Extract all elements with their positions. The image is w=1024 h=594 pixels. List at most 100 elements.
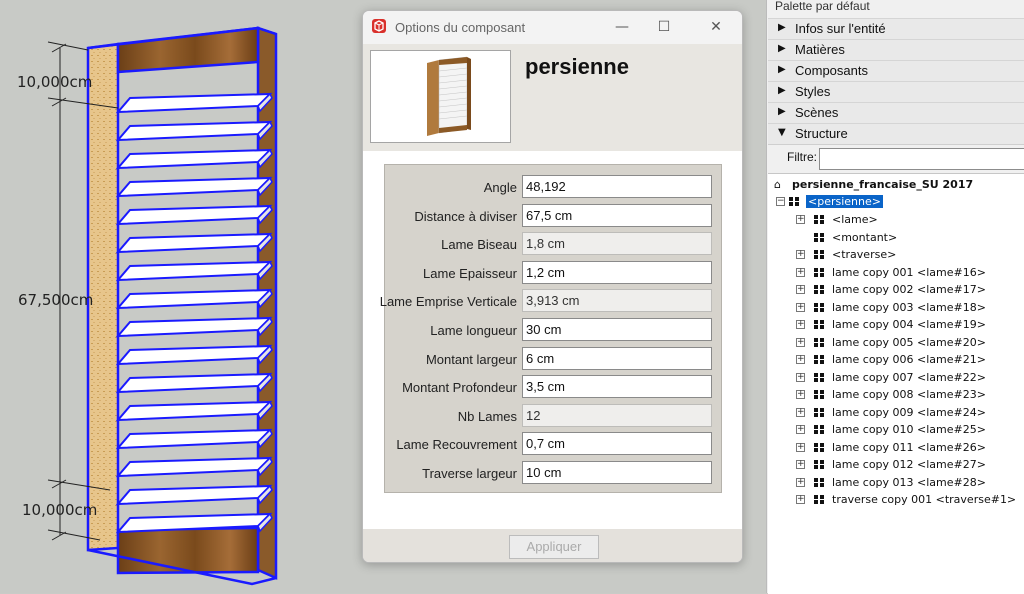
param-input[interactable]: 0,7 cm (522, 432, 712, 456)
tree-item[interactable]: + lame copy 013 <lame#28> (768, 475, 1024, 492)
component-icon (814, 477, 825, 488)
tree-item[interactable]: + traverse copy 001 <traverse#1> (768, 492, 1024, 509)
expand-icon[interactable]: + (796, 302, 805, 312)
slat[interactable] (115, 484, 273, 506)
component-icon (814, 407, 825, 418)
tree-root-row[interactable]: − <persienne> (768, 194, 1024, 211)
close-icon[interactable]: ✕ (705, 17, 727, 37)
tree-item-label: lame copy 012 <lame#27> (832, 458, 986, 471)
slat[interactable] (115, 260, 273, 282)
component-icon (814, 250, 825, 260)
minimize-icon[interactable]: — (611, 17, 633, 37)
slat[interactable] (115, 428, 273, 450)
tree-item-label: <montant> (832, 230, 898, 244)
expand-icon[interactable]: + (796, 425, 805, 434)
tree-item-label: lame copy 010 <lame#25> (832, 423, 986, 436)
tree-item[interactable]: + <traverse> (768, 247, 1024, 264)
tree-item[interactable]: + lame copy 009 <lame#24> (768, 405, 1024, 422)
param-label: Lame Emprise Verticale (379, 294, 517, 310)
tray-section[interactable]: ▶ Matières (768, 39, 1024, 61)
slat[interactable] (115, 232, 273, 254)
param-input[interactable]: 48,192 (522, 175, 712, 198)
tree-item-label: lame copy 008 <lame#23> (832, 388, 986, 401)
expand-icon[interactable]: + (796, 285, 805, 294)
slat[interactable] (115, 400, 273, 422)
dialog-body: Angle 48,192 Distance à diviser 67,5 cm Lame… (363, 151, 742, 529)
triangle-right-icon: ▶ (778, 43, 786, 54)
param-input[interactable]: 1,2 cm (522, 260, 712, 284)
tree-item[interactable]: <montant> (768, 230, 1024, 247)
expand-icon[interactable]: + (796, 477, 805, 487)
expand-icon[interactable]: + (796, 320, 805, 329)
component-icon (814, 460, 825, 470)
expand-icon[interactable]: + (796, 355, 805, 364)
param-label: Lame Recouvrement (396, 437, 517, 453)
tray-section[interactable]: ▶ Styles (768, 81, 1024, 103)
expand-icon[interactable]: + (796, 460, 805, 469)
maximize-icon[interactable]: ☐ (653, 17, 675, 37)
slat[interactable] (115, 316, 273, 338)
expand-icon[interactable]: + (796, 442, 805, 452)
tray-section[interactable]: ▼ Structure (768, 123, 1024, 145)
component-icon (814, 390, 825, 400)
slat[interactable] (115, 456, 273, 478)
tree-item[interactable]: + lame copy 010 <lame#25> (768, 422, 1024, 439)
param-input[interactable]: 10 cm (522, 461, 712, 484)
apply-button[interactable]: Appliquer (509, 535, 599, 559)
tree-item[interactable]: + <lame> (768, 212, 1024, 229)
sketchup-logo-icon (372, 19, 386, 33)
expand-icon[interactable]: + (796, 390, 805, 399)
slat[interactable] (115, 204, 273, 226)
param-label: Montant largeur (425, 351, 517, 367)
param-input[interactable]: 30 cm (522, 318, 712, 341)
tree-item-label: <lame> (832, 213, 878, 226)
tree-item[interactable]: + lame copy 004 <lame#19> (768, 317, 1024, 334)
tree-item[interactable]: + lame copy 003 <lame#18> (768, 300, 1024, 317)
dialog-titlebar[interactable]: Options du composant — ☐ ✕ (363, 11, 742, 44)
tree-item[interactable]: + lame copy 002 <lame#17> (768, 282, 1024, 299)
expand-icon[interactable]: + (796, 215, 805, 224)
tree-item[interactable]: + lame copy 008 <lame#23> (768, 387, 1024, 404)
parameters-table: Angle 48,192 Distance à diviser 67,5 cm Lame… (380, 164, 722, 493)
tree-item[interactable]: + lame copy 007 <lame#22> (768, 370, 1024, 387)
expand-icon[interactable]: + (796, 407, 805, 417)
component-icon (814, 442, 825, 453)
tray-section[interactable]: ▶ Infos sur l'entité (768, 18, 1024, 40)
param-value-readonly: 12 (522, 403, 712, 427)
tree-model-row[interactable]: ⌂ persienne_francaise_SU 2017 (768, 177, 1024, 194)
tray-section[interactable]: ▶ Composants (768, 60, 1024, 82)
param-input[interactable]: 6 cm (522, 346, 712, 370)
tree-item[interactable]: + lame copy 011 <lame#26> (768, 440, 1024, 457)
component-icon (814, 355, 825, 365)
slat[interactable] (115, 120, 273, 142)
param-row: Distance à diviser 67,5 cm (385, 203, 721, 232)
param-input[interactable]: 67,5 cm (522, 203, 712, 227)
collapse-icon[interactable]: − (776, 197, 785, 206)
tree-item[interactable]: + lame copy 005 <lame#20> (768, 335, 1024, 352)
slat[interactable] (115, 372, 273, 394)
tree-item[interactable]: + lame copy 012 <lame#27> (768, 457, 1024, 474)
tree-item[interactable]: + lame copy 006 <lame#21> (768, 352, 1024, 369)
tray-section[interactable]: ▶ Scènes (768, 102, 1024, 124)
slat[interactable] (115, 92, 273, 114)
expand-icon[interactable]: + (796, 495, 805, 504)
tree-item-label: lame copy 001 <lame#16> (832, 265, 986, 279)
triangle-right-icon: ▶ (778, 22, 786, 33)
slat[interactable] (115, 288, 273, 310)
param-row: Traverse largeur 10 cm (385, 461, 721, 489)
expand-icon[interactable]: + (796, 267, 805, 277)
param-label: Lame longueur (430, 323, 517, 338)
tray-section-label: Infos sur l'entité (795, 21, 886, 36)
expand-icon[interactable]: + (796, 337, 805, 347)
tray-section-label: Structure (795, 126, 848, 141)
dimension-label-top: 10,000cm (17, 73, 93, 91)
slat[interactable] (115, 148, 273, 170)
expand-icon[interactable]: + (796, 372, 805, 382)
expand-icon[interactable]: + (796, 250, 805, 259)
slat[interactable] (115, 176, 273, 198)
slat[interactable] (115, 344, 273, 366)
tree-item[interactable]: + lame copy 001 <lame#16> (768, 265, 1024, 282)
param-input[interactable]: 3,5 cm (522, 375, 712, 399)
filter-input[interactable] (819, 148, 1024, 170)
tree-item-label: lame copy 006 <lame#21> (832, 353, 986, 366)
